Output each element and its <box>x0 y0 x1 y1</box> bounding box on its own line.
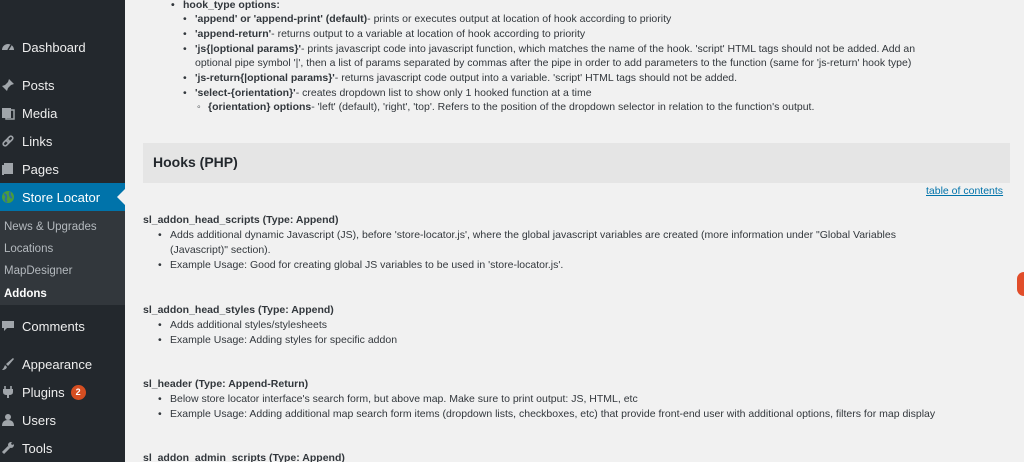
section-header-hooks-php: Hooks (PHP) <box>143 143 1010 183</box>
menu-label: Users <box>22 412 56 428</box>
submenu-news-upgrades[interactable]: News & Upgrades <box>4 221 97 233</box>
menu-appearance[interactable]: Appearance <box>0 350 125 378</box>
menu-pages[interactable]: Pages <box>0 155 125 183</box>
menu-label: Comments <box>22 318 85 334</box>
option-select: 'select-{orientation}'- creates dropdown… <box>183 86 592 100</box>
comment-icon <box>0 316 18 336</box>
hook-title: sl_header (Type: Append-Return) <box>143 378 309 390</box>
submenu-addons[interactable]: Addons <box>4 288 47 300</box>
link-icon <box>0 131 18 151</box>
admin-sidebar: Dashboard Posts Media Links Pages Store … <box>0 0 125 462</box>
menu-label: Media <box>22 105 58 121</box>
user-icon <box>0 410 18 430</box>
hook-title: sl_addon_head_scripts (Type: Append) <box>143 214 339 226</box>
pages-icon <box>0 159 18 179</box>
hook-type-heading: hook_type options: <box>171 0 280 12</box>
option-js-return: 'js-return{|optional params}'- returns j… <box>183 71 737 85</box>
hook-title: sl_addon_head_styles (Type: Append) <box>143 304 334 316</box>
option-js-continued: optional pipe symbol '|', then a list of… <box>195 57 912 69</box>
store-locator-submenu: News & Upgrades Locations MapDesigner Ad… <box>0 211 125 305</box>
floating-action-button[interactable] <box>1017 272 1024 296</box>
menu-users[interactable]: Users <box>0 406 125 434</box>
hook-bullet: Example Usage: Adding styles for specifi… <box>158 333 397 347</box>
menu-comments[interactable]: Comments <box>0 312 125 340</box>
submenu-mapdesigner[interactable]: MapDesigner <box>4 265 72 277</box>
menu-label: Posts <box>22 77 55 93</box>
hook-bullet: Below store locator interface's search f… <box>158 392 638 406</box>
table-of-contents-link[interactable]: table of contents <box>926 184 1003 198</box>
submenu-locations[interactable]: Locations <box>4 243 53 255</box>
section-title: Hooks (PHP) <box>153 154 238 170</box>
menu-tools[interactable]: Tools <box>0 434 125 462</box>
option-append: 'append' or 'append-print' (default)- pr… <box>183 12 671 26</box>
media-icon <box>0 103 18 123</box>
menu-dashboard[interactable]: Dashboard <box>0 33 125 61</box>
wrench-icon <box>0 438 18 458</box>
hook-title: sl_addon_admin_scripts (Type: Append) <box>143 452 345 462</box>
menu-label: Appearance <box>22 356 93 372</box>
hook-bullet: Example Usage: Good for creating global … <box>158 258 563 272</box>
brush-icon <box>0 354 18 374</box>
globe-icon <box>0 187 18 207</box>
dashboard-icon <box>0 37 18 57</box>
menu-label: Tools <box>22 440 53 456</box>
menu-label: Links <box>22 133 53 149</box>
hook-bullet: Example Usage: Adding additional map sea… <box>158 407 935 421</box>
hook-bullet: Adds additional dynamic Javascript (JS),… <box>158 228 896 242</box>
menu-media[interactable]: Media <box>0 99 125 127</box>
option-orientation: {orientation} options- 'left' (default),… <box>197 100 814 114</box>
hook-bullet-continued: (Javascript)" section). <box>170 244 271 256</box>
plugin-icon <box>0 382 18 402</box>
plugin-update-count-badge: 2 <box>70 384 86 400</box>
menu-posts[interactable]: Posts <box>0 71 125 99</box>
menu-label: Dashboard <box>22 39 86 55</box>
option-append-return: 'append-return'- returns output to a var… <box>183 27 585 41</box>
pin-icon <box>0 75 18 95</box>
menu-label: Store Locator <box>22 189 101 205</box>
documentation-content: hook_type options: 'append' or 'append-p… <box>125 0 1024 462</box>
menu-store-locator[interactable]: Store Locator <box>0 183 125 211</box>
menu-label: Plugins <box>22 384 65 400</box>
menu-label: Pages <box>22 161 59 177</box>
option-js: 'js{|optional params}'- prints javascrip… <box>183 42 915 56</box>
hook-bullet: Adds additional styles/stylesheets <box>158 318 327 332</box>
menu-plugins[interactable]: Plugins 2 <box>0 378 125 406</box>
menu-links[interactable]: Links <box>0 127 125 155</box>
